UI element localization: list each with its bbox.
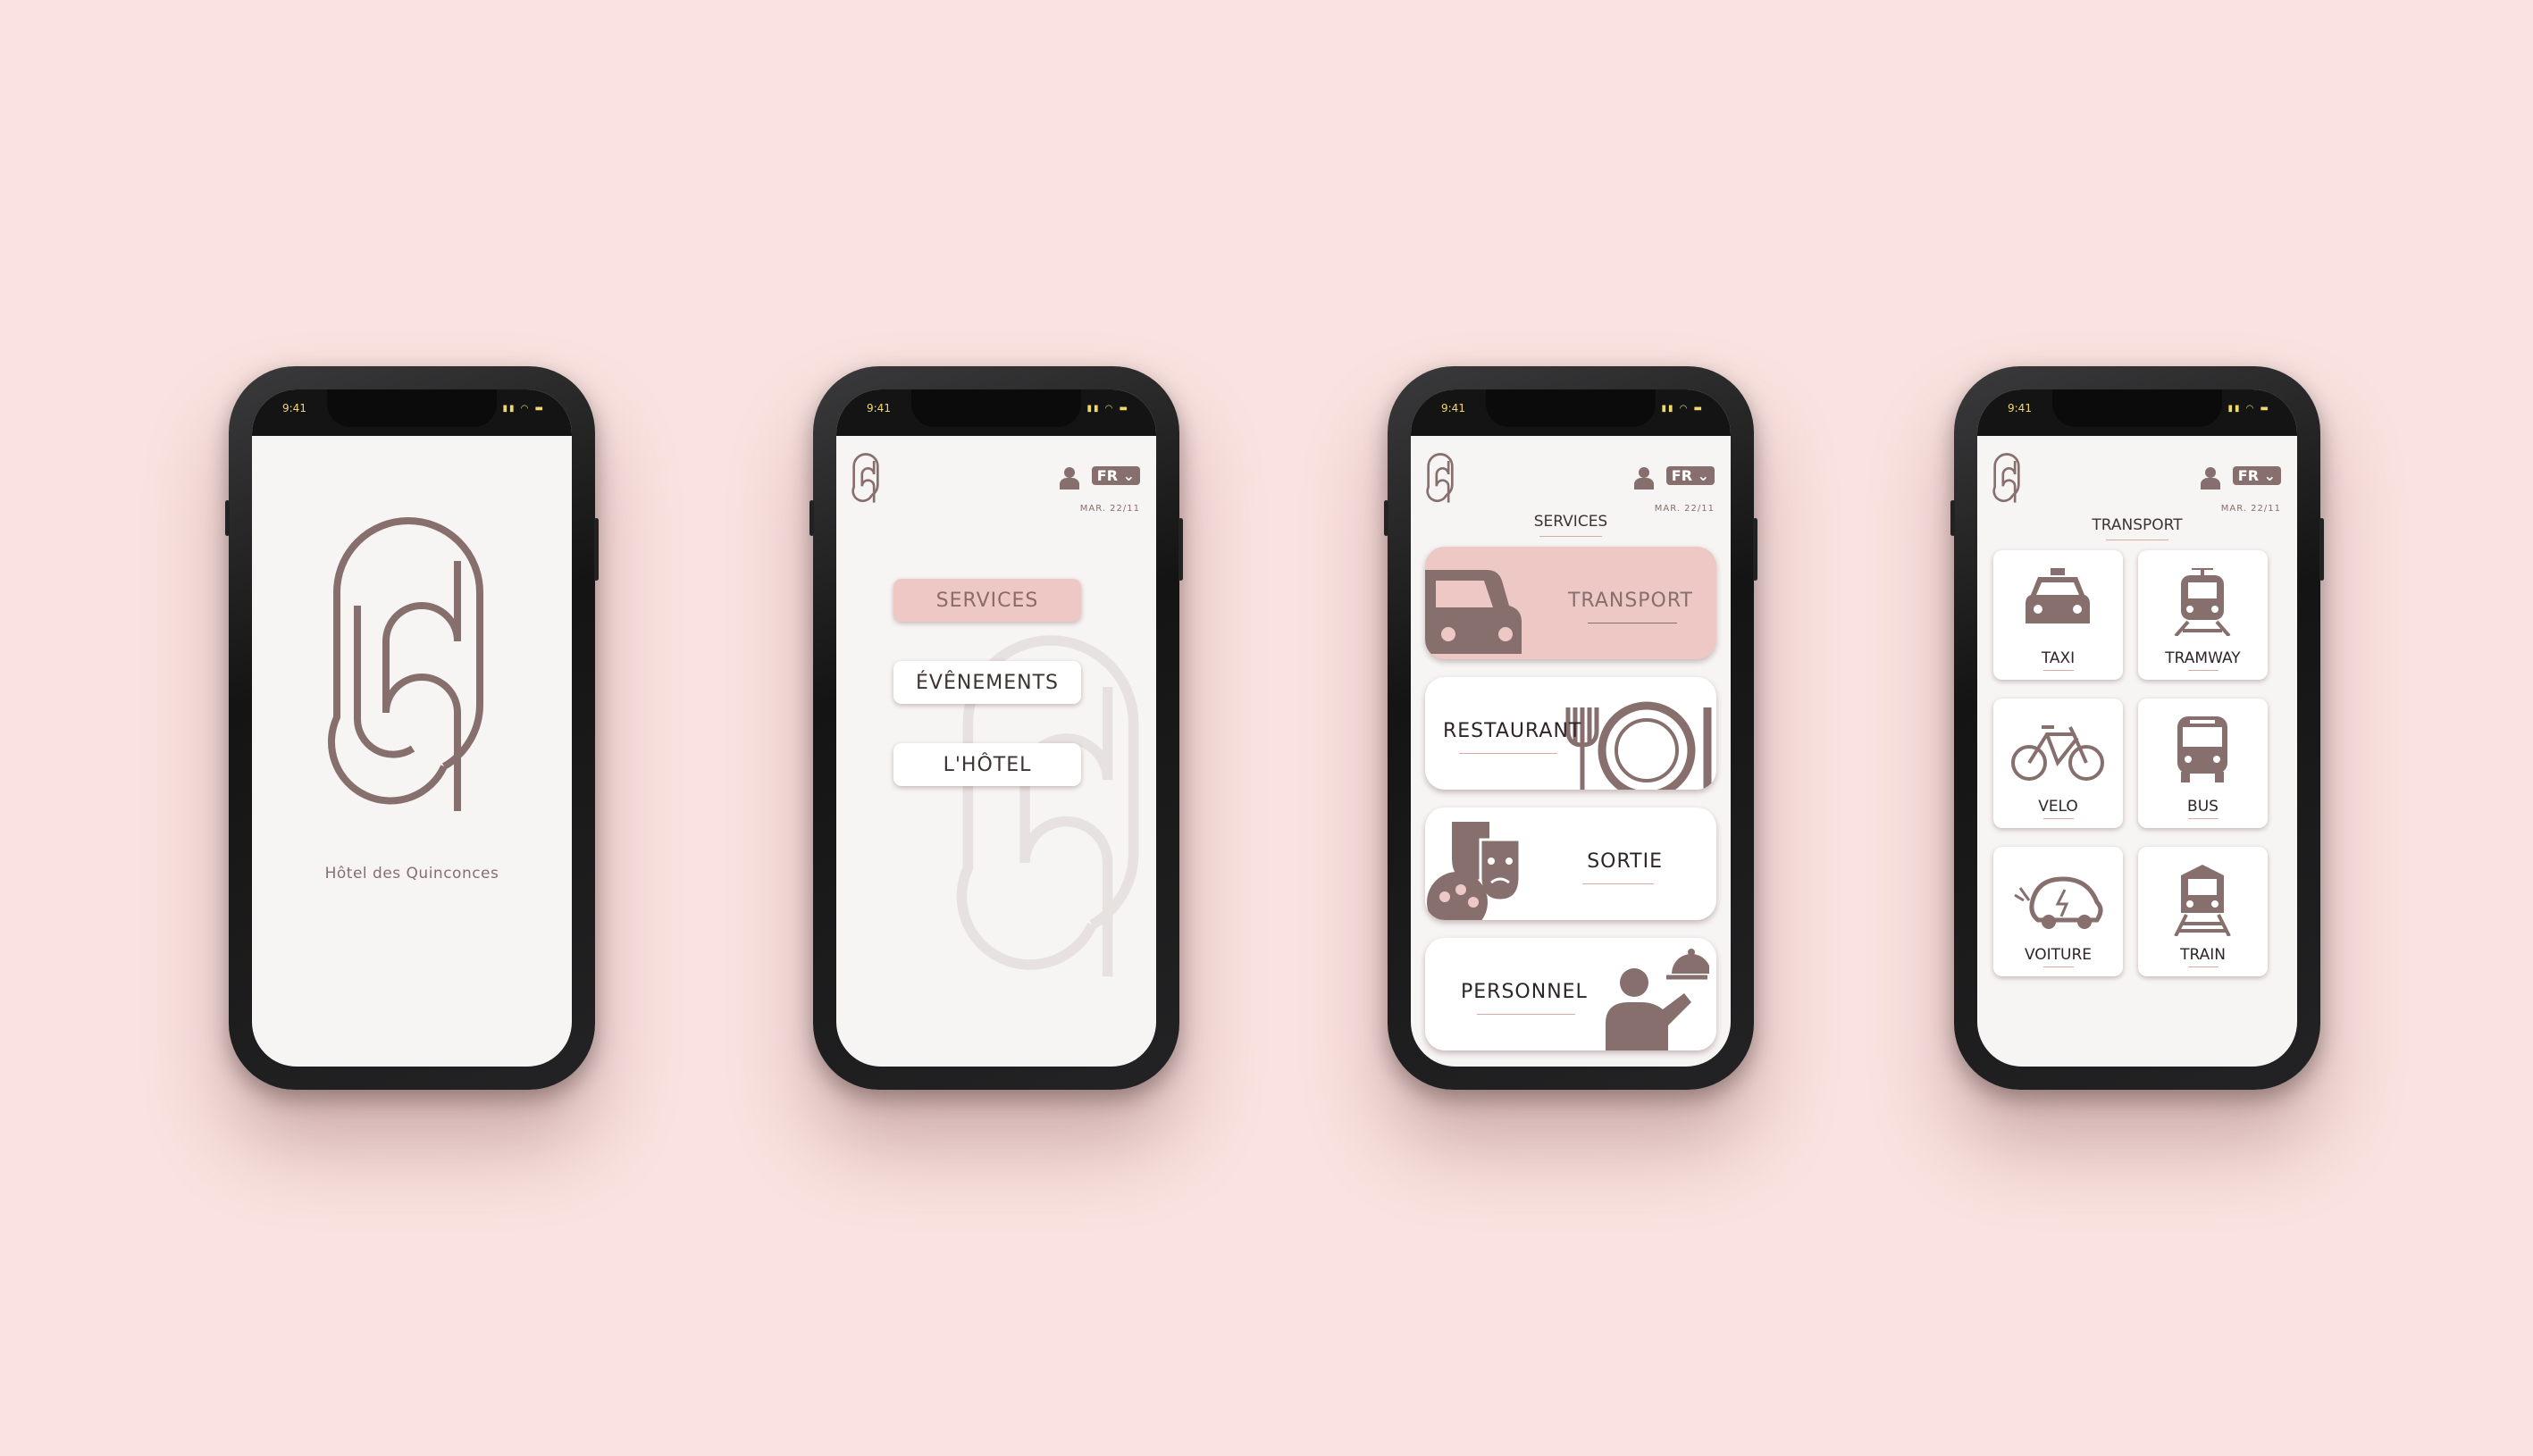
plate-icon [1565,701,1712,790]
date-label: MAR. 22/11 [2220,504,2281,514]
status-bar: 9:41 ▮▮ ◠ ▬ [1411,389,1731,436]
signal-wifi-battery-icon: ▮▮ ◠ ▬ [2227,404,2270,414]
phone-home: 9:41 ▮▮ ◠ ▬ FR ⌄ MAR. 22/11 SERVICES ÉVÊ… [809,366,1183,1090]
taxi-tile[interactable]: TAXI [1993,550,2123,680]
theater-masks-icon [1427,822,1522,920]
page-title: SERVICES [1411,513,1731,537]
outing-label: SORTIE [1587,850,1663,873]
transport-card[interactable]: TRANSPORT [1425,547,1716,659]
user-icon[interactable] [1060,466,1079,490]
status-time: 9:41 [867,402,891,414]
transport-screen: 9:41 ▮▮ ◠ ▬ FR ⌄ MAR. 22/11 TRANSPORT TA… [1977,389,2297,1067]
train-label: TRAIN [2138,946,2268,967]
tram-icon [2174,568,2231,636]
bus-label: BUS [2138,798,2268,819]
taxi-icon [2026,568,2090,623]
services-button[interactable]: SERVICES [893,579,1081,622]
status-bar: 9:41 ▮▮ ◠ ▬ [836,389,1156,436]
status-bar: 9:41 ▮▮ ◠ ▬ [1977,389,2297,436]
status-bar: 9:41 ▮▮ ◠ ▬ [252,389,572,436]
transport-label: TRANSPORT [1567,590,1693,612]
user-icon[interactable] [2201,466,2220,490]
taxi-label: TAXI [1993,649,2123,671]
status-time: 9:41 [2008,402,2032,414]
bus-tile[interactable]: BUS [2138,699,2268,828]
outing-card[interactable]: SORTIE [1425,807,1716,920]
train-tile[interactable]: TRAIN [2138,847,2268,976]
status-time: 9:41 [1441,402,1465,414]
signal-wifi-battery-icon: ▮▮ ◠ ▬ [502,404,545,414]
train-icon [2174,865,2231,936]
bus-icon [2177,716,2227,782]
electric-car-icon [2014,876,2103,929]
car-tile[interactable]: VOITURE [1993,847,2123,976]
restaurant-label: RESTAURANT [1443,720,1582,742]
signal-wifi-battery-icon: ▮▮ ◠ ▬ [1661,404,1704,414]
waiter-icon [1606,949,1709,1050]
hotel-button[interactable]: L'HÔTEL [893,743,1081,786]
tramway-tile[interactable]: TRAMWAY [2138,550,2268,680]
language-selector[interactable]: FR ⌄ [1091,466,1140,485]
hotel-name: Hôtel des Quinconces [324,865,499,883]
language-label: FR [1671,467,1693,484]
bike-label: VELO [1993,798,2123,819]
tramway-label: TRAMWAY [2138,649,2268,671]
restaurant-card[interactable]: RESTAURANT [1425,677,1716,790]
language-selector[interactable]: FR ⌄ [1665,466,1715,485]
phone-services: 9:41 ▮▮ ◠ ▬ FR ⌄ MAR. 22/11 SERVICES TRA… [1384,366,1757,1090]
page-title: TRANSPORT [1977,516,2297,540]
bike-tile[interactable]: VELO [1993,699,2123,828]
bicycle-icon [2011,725,2104,781]
staff-label: PERSONNEL [1461,981,1588,1003]
phone-transport: 9:41 ▮▮ ◠ ▬ FR ⌄ MAR. 22/11 TRANSPORT TA… [1950,366,2324,1090]
staff-card[interactable]: PERSONNEL [1425,938,1716,1050]
home-screen: 9:41 ▮▮ ◠ ▬ FR ⌄ MAR. 22/11 SERVICES ÉVÊ… [836,389,1156,1067]
language-label: FR [1096,467,1119,484]
chevron-down-icon: ⌄ [1122,467,1135,484]
hotel-logo-icon [328,517,484,811]
logo-home-icon[interactable] [1992,452,2022,506]
logo-home-icon[interactable] [1425,452,1455,506]
logo-home-icon[interactable] [851,452,881,506]
language-label: FR [2237,467,2260,484]
status-time: 9:41 [282,402,306,414]
date-label: MAR. 22/11 [1079,504,1140,514]
phone-splash: 9:41 ▮▮ ◠ ▬ Hôtel des Quinconces [225,366,599,1090]
chevron-down-icon: ⌄ [1697,467,1709,484]
services-screen: 9:41 ▮▮ ◠ ▬ FR ⌄ MAR. 22/11 SERVICES TRA… [1411,389,1731,1067]
user-icon[interactable] [1634,466,1654,490]
events-button[interactable]: ÉVÊNEMENTS [893,661,1081,704]
car-icon [1425,570,1522,654]
chevron-down-icon: ⌄ [2263,467,2276,484]
splash-screen: 9:41 ▮▮ ◠ ▬ Hôtel des Quinconces [252,389,572,1067]
car-label: VOITURE [1993,946,2123,967]
signal-wifi-battery-icon: ▮▮ ◠ ▬ [1086,404,1129,414]
language-selector[interactable]: FR ⌄ [2232,466,2281,485]
